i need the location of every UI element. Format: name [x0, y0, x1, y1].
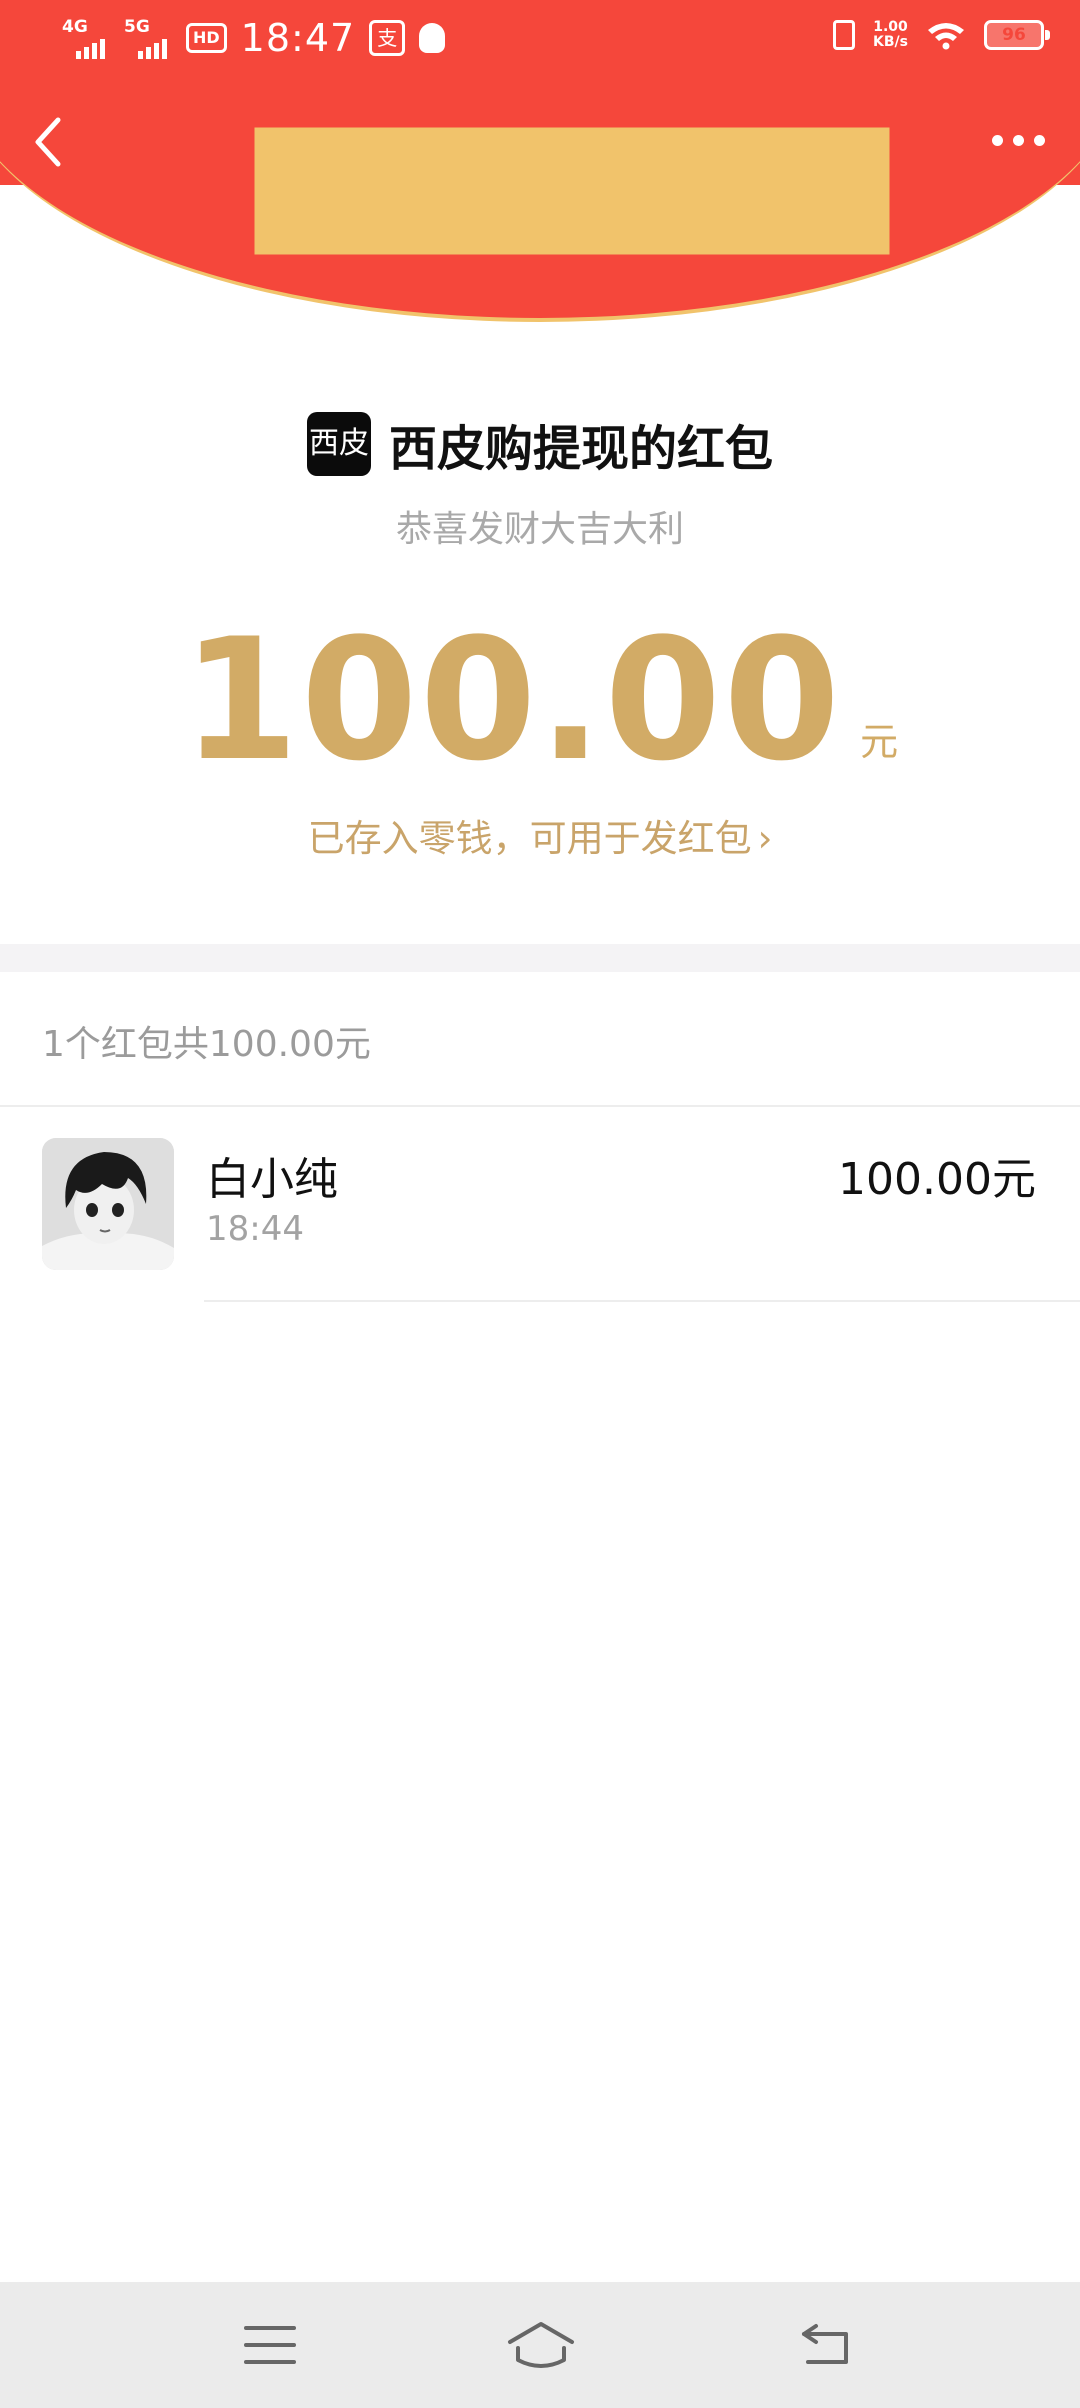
- sender-title: 西皮购提现的红包: [388, 421, 773, 477]
- amount-unit: 元: [860, 720, 899, 764]
- packet-amount: 100.00: [181, 602, 843, 798]
- more-dots-icon: [991, 134, 1003, 146]
- home-button[interactable]: [506, 2318, 576, 2372]
- section-divider: [0, 944, 1080, 972]
- saved-to-change-link[interactable]: 已存入零钱，可用于发红包 ›: [0, 808, 1080, 862]
- chevron-right-icon: ›: [757, 817, 773, 860]
- qq-icon: [419, 23, 446, 53]
- menu-icon: [244, 2326, 296, 2364]
- record-name: 白小纯: [206, 1154, 338, 1205]
- more-button[interactable]: [986, 122, 1050, 158]
- cellular-signal-icon: 5G: [124, 17, 172, 59]
- nav-back-button[interactable]: [796, 2318, 856, 2372]
- status-time: 18:47: [240, 16, 356, 60]
- home-icon: [508, 2322, 574, 2368]
- network-speed: 1.00 KB/s: [873, 19, 908, 50]
- menu-button[interactable]: [240, 2318, 300, 2372]
- back-button[interactable]: [26, 112, 76, 172]
- packet-count-summary: 1个红包共100.00元: [42, 1024, 371, 1065]
- wifi-icon: [928, 23, 964, 50]
- amount-row: 100.00 元: [0, 602, 1080, 798]
- blessing-text: 恭喜发财大吉大利: [395, 509, 684, 550]
- avatar: [42, 1138, 174, 1270]
- list-item[interactable]: 白小纯 18:44 100.00元: [0, 1107, 1080, 1303]
- app-logo: 西皮: [306, 412, 371, 476]
- divider: [204, 1300, 1080, 1302]
- record-amount: 100.00元: [838, 1154, 1036, 1205]
- sender-row: 西皮 西皮购提现的红包: [0, 410, 1080, 478]
- battery-icon: 96: [984, 20, 1050, 50]
- back-icon: [802, 2324, 848, 2364]
- chevron-left-icon: [35, 117, 61, 167]
- vibrate-icon: [833, 20, 856, 50]
- cellular-signal-icon: 4G: [62, 17, 110, 59]
- system-nav-bar: [0, 2282, 1080, 2408]
- status-bar: 4G 5G HD 18:47 支 1.00 KB/s 96: [0, 0, 1080, 82]
- record-time: 18:44: [206, 1209, 304, 1249]
- alipay-icon: 支: [369, 20, 406, 56]
- hd-voice-icon: HD: [186, 23, 227, 53]
